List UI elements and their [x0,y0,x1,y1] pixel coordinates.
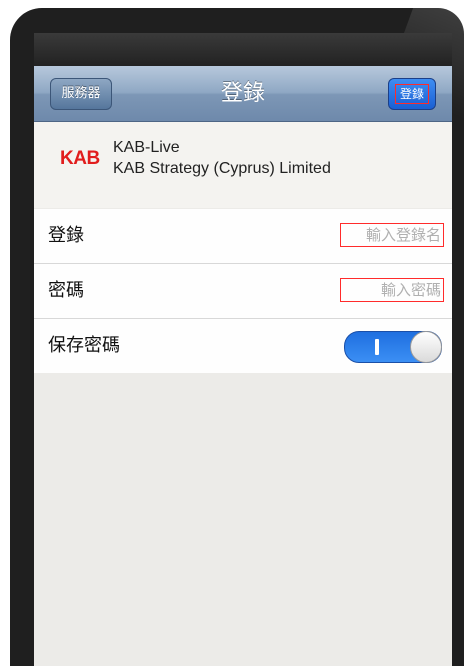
back-button-label: 服務器 [61,86,101,101]
account-company: KAB Strategy (Cyprus) Limited [113,160,331,177]
login-input[interactable] [340,223,444,247]
password-row: 密碼 [34,264,452,319]
screen: 登錄 服務器 登錄 KAB KAB-Live KAB Strategy (Cyp… [34,33,452,666]
login-button[interactable]: 登錄 [388,78,436,110]
status-bar [34,33,452,66]
kab-logo: KAB [60,148,100,169]
password-input[interactable] [340,278,444,302]
toggle-knob[interactable] [410,331,442,363]
account-name: KAB-Live [113,139,180,156]
toggle-on-indicator [375,339,379,355]
save-password-toggle[interactable] [344,331,442,363]
navigation-bar: 登錄 服務器 登錄 [34,66,452,122]
login-button-label: 登錄 [395,84,429,104]
back-button-server[interactable]: 服務器 [50,78,112,110]
empty-area [34,373,452,666]
device-frame: 登錄 服務器 登錄 KAB KAB-Live KAB Strategy (Cyp… [10,8,464,666]
account-header: KAB KAB-Live KAB Strategy (Cyprus) Limit… [34,122,452,208]
login-label: 登錄 [48,225,84,246]
login-form: 登錄 密碼 保存密碼 [34,209,452,374]
password-label: 密碼 [48,280,84,301]
save-password-row: 保存密碼 [34,319,452,374]
login-row: 登錄 [34,209,452,264]
save-password-label: 保存密碼 [48,335,120,356]
